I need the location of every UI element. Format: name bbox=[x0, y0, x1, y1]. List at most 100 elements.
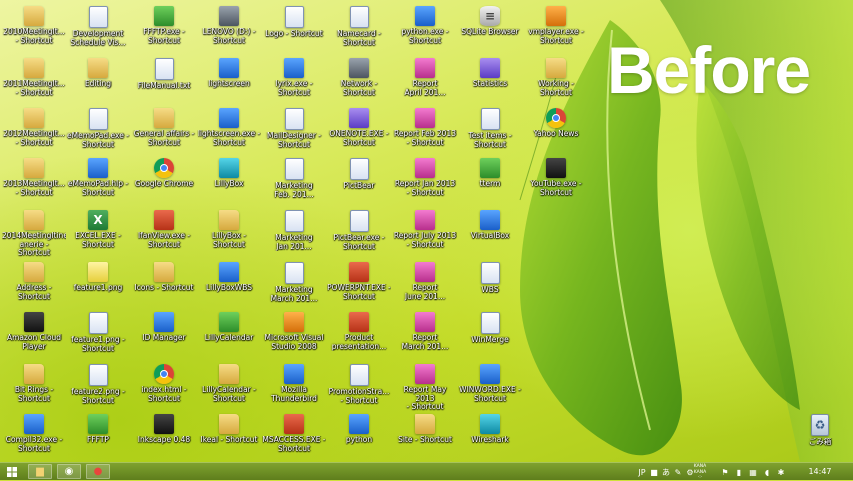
desktop-icon[interactable]: X EXCEL.EXE - Shortcut bbox=[66, 210, 130, 262]
desktop-icon[interactable]: PictBear.exe - Shortcut bbox=[327, 210, 391, 262]
desktop-icon[interactable]: 2014MeetingItiner anerie - Shortcut bbox=[2, 210, 66, 262]
windows-start-icon[interactable] bbox=[2, 464, 22, 479]
desktop-icon[interactable]: PictBear bbox=[327, 158, 391, 210]
desktop-icon[interactable]: Ikeal - Shortcut bbox=[197, 414, 261, 462]
desktop-icon[interactable]: Microsoft Visual Studio 2008 bbox=[262, 312, 326, 364]
desktop-icon[interactable]: LENOVO (D:) - Shortcut bbox=[197, 6, 261, 58]
desktop-icon[interactable]: Report July 2013 - Shortcut bbox=[393, 210, 457, 262]
desktop-icon[interactable]: vmplayer.exe - Shortcut bbox=[524, 6, 588, 58]
ime-icon[interactable]: ■ bbox=[648, 465, 660, 479]
desktop-icon[interactable]: Report Feb 2013 - Shortcut bbox=[393, 108, 457, 160]
desktop-icon[interactable]: LillyBox - Shortcut bbox=[197, 210, 261, 262]
desktop-icon[interactable]: WBS bbox=[458, 262, 522, 314]
app-icon[interactable]: ◉ bbox=[57, 464, 81, 479]
network-icon[interactable]: ▦ bbox=[746, 465, 760, 479]
desktop-icon[interactable]: Product presentation... bbox=[327, 312, 391, 364]
desktop-icon[interactable]: 2013MeetingIt... - Shortcut bbox=[2, 158, 66, 210]
desktop-icon[interactable]: General affairs - Shortcut bbox=[132, 108, 196, 160]
ime-tool-icon[interactable]: ✎ bbox=[672, 465, 684, 479]
desktop-icon[interactable]: python.exe - Shortcut bbox=[393, 6, 457, 58]
desktop-icon[interactable]: eMemoPad.exe - Shortcut bbox=[66, 108, 130, 160]
desktop-icon[interactable]: PromotionStra... - Shortcut bbox=[327, 364, 391, 416]
terminal-icon bbox=[480, 158, 500, 178]
desktop-icon-label: Mozilla Thunderbird bbox=[271, 386, 317, 403]
desktop-icon[interactable]: index.html - Shortcut bbox=[132, 364, 196, 416]
desktop-icon[interactable]: MSACCESS.EXE - Shortcut bbox=[262, 414, 326, 462]
desktop-icon[interactable]: LillyBoxWBS bbox=[197, 262, 261, 314]
desktop-icon[interactable]: ≡ SQLite Browser bbox=[458, 6, 522, 58]
desktop-icon[interactable]: Marketing March 201... bbox=[262, 262, 326, 314]
desktop-icon[interactable]: Development Schedule Vis... bbox=[66, 6, 130, 58]
ime-mode-icon[interactable]: JP bbox=[636, 465, 648, 479]
desktop-icon[interactable]: VirtualBox bbox=[458, 210, 522, 262]
desktop[interactable]: Before 2010MeetingIt... - Shortcut Develo… bbox=[0, 0, 853, 462]
desktop-icon[interactable]: WinMerge bbox=[458, 312, 522, 364]
desktop-icon[interactable]: Working - Shortcut bbox=[524, 58, 588, 110]
desktop-icon[interactable]: feature1.png bbox=[66, 262, 130, 314]
desktop-icon[interactable]: Report May 2013 - Shortcut bbox=[393, 364, 457, 416]
desktop-icon[interactable]: LillyBox bbox=[197, 158, 261, 210]
desktop-icon[interactable]: ID Manager bbox=[132, 312, 196, 364]
desktop-icon[interactable]: Marketing Feb. 201... bbox=[262, 158, 326, 210]
desktop-icon[interactable]: Site - Shortcut bbox=[393, 414, 457, 462]
desktop-icon[interactable]: LillyCalendar - Shortcut bbox=[197, 364, 261, 416]
desktop-icon[interactable]: Editing bbox=[66, 58, 130, 110]
desktop-icon[interactable]: FFFTP.exe - Shortcut bbox=[132, 6, 196, 58]
vmware-icon bbox=[546, 6, 566, 26]
desktop-icon[interactable]: feature2.png - Shortcut bbox=[66, 364, 130, 416]
desktop-icon[interactable]: Compil32.exe - Shortcut bbox=[2, 414, 66, 462]
desktop-icon[interactable]: Marketing Jan 201... bbox=[262, 210, 326, 262]
desktop-icon[interactable]: Amazon Cloud Player bbox=[2, 312, 66, 364]
desktop-icon[interactable]: Logo - Shortcut bbox=[262, 6, 326, 58]
desktop-icon[interactable]: YouTube.exe - Shortcut bbox=[524, 158, 588, 210]
desktop-icon[interactable]: Yahoo News bbox=[524, 108, 588, 160]
desktop-icon-label: Yahoo News bbox=[533, 130, 579, 138]
desktop-icon[interactable]: WINWORD.EXE - Shortcut bbox=[458, 364, 522, 416]
desktop-icon[interactable]: Icons - Shortcut bbox=[132, 262, 196, 314]
desktop-icon[interactable]: Mozilla Thunderbird bbox=[262, 364, 326, 416]
network-icon bbox=[349, 58, 369, 78]
desktop-icon[interactable]: Statistics bbox=[458, 58, 522, 110]
battery-icon[interactable]: ▮ bbox=[732, 465, 746, 479]
desktop-icon-label: General affairs - Shortcut bbox=[133, 130, 195, 147]
desktop-icon[interactable]: IfanView.exe - Shortcut bbox=[132, 210, 196, 262]
desktop-icon[interactable]: LillyCalendar bbox=[197, 312, 261, 364]
desktop-icon[interactable]: eMemoPad.hlp - Shortcut bbox=[66, 158, 130, 210]
desktop-icon[interactable]: Report June 201... bbox=[393, 262, 457, 314]
desktop-icon[interactable]: Google Chrome bbox=[132, 158, 196, 210]
desktop-icon[interactable]: tterm bbox=[458, 158, 522, 210]
desktop-icon[interactable]: Bit Rings - Shortcut bbox=[2, 364, 66, 416]
kana-icon[interactable]: あ bbox=[660, 465, 672, 479]
folder-icon bbox=[219, 364, 239, 384]
flag-icon[interactable]: ⚑ bbox=[718, 465, 732, 479]
desktop-icon[interactable]: FFFTP bbox=[66, 414, 130, 462]
desktop-icon[interactable]: 2012MeetingIt... - Shortcut bbox=[2, 108, 66, 160]
desktop-icon[interactable]: ONENOTE.EXE - Shortcut bbox=[327, 108, 391, 160]
desktop-icon[interactable]: Report April 201... bbox=[393, 58, 457, 110]
desktop-icon[interactable]: feature1.png - Shortcut bbox=[66, 312, 130, 364]
desktop-icon[interactable]: 2011MeetingIt... - Shortcut bbox=[2, 58, 66, 110]
explorer-icon[interactable]: ▆ bbox=[28, 464, 52, 479]
ime-indicator[interactable]: KANA KANA ·:· bbox=[690, 464, 710, 480]
desktop-icon[interactable]: lightscreen.exe - Shortcut bbox=[197, 108, 261, 160]
desktop-icon[interactable]: POWERPNT.EXE - Shortcut bbox=[327, 262, 391, 314]
desktop-icon[interactable]: Report March 201... bbox=[393, 312, 457, 364]
desktop-icon[interactable]: lightscreen bbox=[197, 58, 261, 110]
desktop-icon[interactable]: 2010MeetingIt... - Shortcut bbox=[2, 6, 66, 58]
desktop-icon[interactable]: ♻ ごみ箱 bbox=[788, 414, 852, 462]
volume-icon[interactable]: ◖ bbox=[760, 465, 774, 479]
desktop-icon[interactable]: Report Jan 2013 - Shortcut bbox=[393, 158, 457, 210]
bluetooth-icon[interactable]: ✱ bbox=[774, 465, 788, 479]
desktop-icon[interactable]: Address - Shortcut bbox=[2, 262, 66, 314]
desktop-icon[interactable]: Inkscape 0.48 bbox=[132, 414, 196, 462]
desktop-icon[interactable]: python bbox=[327, 414, 391, 462]
clock[interactable]: 14:47 bbox=[800, 464, 840, 480]
desktop-icon[interactable]: FileManual.txt bbox=[132, 58, 196, 110]
desktop-icon[interactable]: Wireshark bbox=[458, 414, 522, 462]
chrome-icon[interactable]: ● bbox=[86, 464, 110, 479]
desktop-icon[interactable]: Test items - Shortcut bbox=[458, 108, 522, 160]
desktop-icon[interactable]: Network - Shortcut bbox=[327, 58, 391, 110]
desktop-icon[interactable]: MailDesigner - Shortcut bbox=[262, 108, 326, 160]
desktop-icon[interactable]: Namecard - Shortcut bbox=[327, 6, 391, 58]
desktop-icon[interactable]: lyrix.exe - Shortcut bbox=[262, 58, 326, 110]
